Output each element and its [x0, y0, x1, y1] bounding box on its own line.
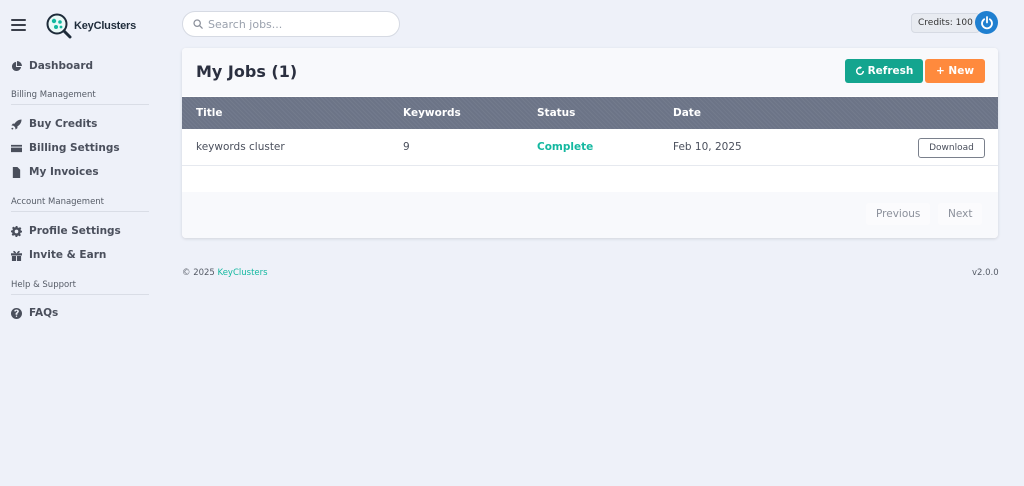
invoice-icon — [12, 166, 21, 178]
next-button[interactable]: Next — [938, 203, 983, 225]
sidebar-item-my-invoices[interactable]: My Invoices — [11, 166, 99, 178]
footer-copyright: © 2025 KeyClusters — [182, 268, 268, 278]
status-badge: Complete — [537, 141, 594, 153]
jobs-card: My Jobs (1) Refresh + New Title Keywords… — [182, 48, 998, 238]
section-help-support: Help & Support — [11, 280, 149, 295]
table-header: Title Keywords Status Date — [182, 97, 998, 129]
version-label: v2.0.0 — [972, 268, 999, 278]
search-input[interactable] — [208, 17, 388, 31]
sidebar-item-label: My Invoices — [29, 166, 99, 178]
job-keywords: 9 — [403, 141, 410, 153]
sidebar-item-dashboard[interactable]: Dashboard — [11, 60, 93, 72]
new-label: + New — [935, 65, 975, 77]
menu-toggle-icon[interactable] — [11, 19, 26, 31]
credits-badge: Credits: 100 — [911, 13, 980, 33]
refresh-label: Refresh — [867, 65, 914, 77]
logo-text: KeyClusters — [74, 20, 136, 32]
refresh-button[interactable]: Refresh — [845, 59, 923, 83]
sidebar-item-faqs[interactable]: FAQs — [11, 307, 58, 319]
footer-brand-link[interactable]: KeyClusters — [218, 268, 268, 278]
search-box[interactable] — [182, 11, 400, 37]
logo[interactable]: KeyClusters — [46, 13, 136, 39]
sidebar: KeyClusters Dashboard Billing Management… — [0, 0, 165, 486]
card-header: My Jobs (1) Refresh + New — [182, 48, 998, 96]
section-billing-management: Billing Management — [11, 90, 149, 105]
job-date: Feb 10, 2025 — [673, 141, 742, 153]
power-icon — [980, 15, 993, 29]
sidebar-item-label: Dashboard — [29, 60, 94, 72]
sidebar-item-label: Buy Credits — [29, 118, 98, 130]
table-row: keywords cluster 9 Complete Feb 10, 2025… — [182, 129, 998, 166]
search-icon — [193, 19, 203, 29]
column-header-status: Status — [537, 107, 576, 119]
sidebar-item-profile-settings[interactable]: Profile Settings — [11, 225, 121, 237]
power-button[interactable] — [975, 11, 998, 34]
sidebar-item-label: Invite & Earn — [29, 249, 107, 261]
section-account-management: Account Management — [11, 197, 149, 212]
page-title: My Jobs (1) — [196, 62, 298, 81]
download-button[interactable]: Download — [918, 138, 985, 158]
column-header-title: Title — [196, 107, 223, 119]
question-circle-icon — [11, 307, 22, 319]
column-header-date: Date — [673, 107, 701, 119]
pagination: Previous Next — [182, 192, 998, 238]
rocket-icon — [11, 118, 22, 130]
copyright-text: © 2025 — [182, 268, 218, 278]
new-job-button[interactable]: + New — [925, 59, 985, 83]
sidebar-item-label: FAQs — [29, 307, 59, 319]
sidebar-item-buy-credits[interactable]: Buy Credits — [11, 118, 97, 130]
column-header-keywords: Keywords — [403, 107, 461, 119]
credit-card-icon — [11, 144, 22, 152]
gift-icon — [11, 250, 22, 261]
logo-icon — [46, 13, 72, 39]
gear-icon — [11, 225, 22, 237]
sidebar-item-billing-settings[interactable]: Billing Settings — [11, 142, 120, 154]
sidebar-item-invite-earn[interactable]: Invite & Earn — [11, 249, 106, 261]
sidebar-item-label: Profile Settings — [29, 225, 121, 237]
pie-chart-icon — [11, 60, 22, 71]
sidebar-item-label: Billing Settings — [29, 142, 120, 154]
job-title: keywords cluster — [196, 141, 285, 153]
refresh-icon — [855, 66, 864, 76]
previous-button[interactable]: Previous — [866, 203, 931, 225]
